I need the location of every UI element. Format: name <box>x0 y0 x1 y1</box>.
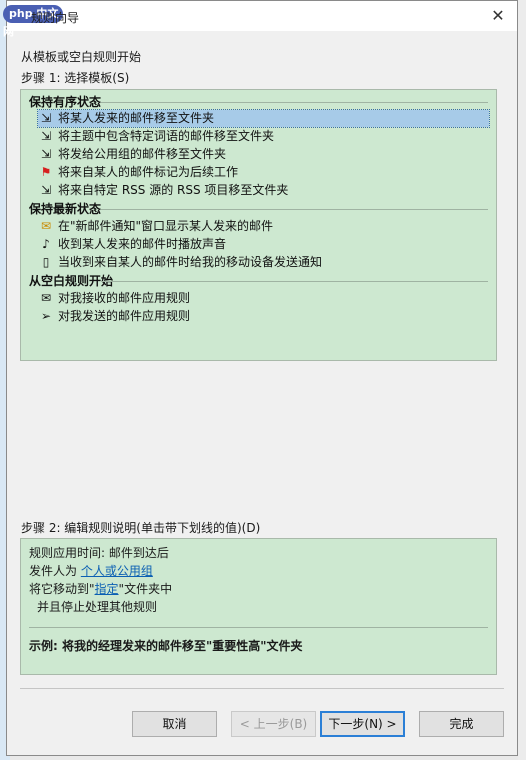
finish-button[interactable]: 完成 <box>419 711 504 737</box>
group-header-up-to-date: 保持最新状态 <box>29 202 102 216</box>
template-item[interactable]: ▯ 当收到来自某人的邮件时给我的移动设备发送通知 <box>38 254 489 271</box>
back-button[interactable]: < 上一步(B) <box>231 711 316 737</box>
rule-description-line: 将它移动到"指定"文件夹中 <box>29 580 172 597</box>
template-item[interactable]: ⇲ 将来自特定 RSS 源的 RSS 项目移至文件夹 <box>38 182 489 199</box>
group-divider <box>101 102 488 103</box>
next-button[interactable]: 下一步(N) > <box>320 711 405 737</box>
template-item[interactable]: ✉ 在"新邮件通知"窗口显示某人发来的邮件 <box>38 218 489 235</box>
specified-folder-link[interactable]: 指定 <box>95 582 119 596</box>
envelope-icon: ✉ <box>40 291 52 305</box>
close-button[interactable]: ✕ <box>483 1 513 31</box>
template-item[interactable]: ⇲ 将主题中包含特定词语的邮件移至文件夹 <box>38 128 489 145</box>
group-header-organized: 保持有序状态 <box>29 95 102 109</box>
template-item[interactable]: ♪ 收到某人发来的邮件时播放声音 <box>38 236 489 253</box>
red-flag-icon: ⚑ <box>40 165 52 179</box>
step1-label: 步骤 1: 选择模板(S) <box>21 71 130 85</box>
cancel-button[interactable]: 取消 <box>132 711 217 737</box>
rules-wizard-dialog: php 中文网 规则向导 ✕ 从模板或空白规则开始 步骤 1: 选择模板(S) … <box>3 0 518 756</box>
template-item[interactable]: ✉ 对我接收的邮件应用规则 <box>38 290 489 307</box>
group-divider <box>101 209 488 210</box>
intro-heading: 从模板或空白规则开始 <box>21 50 142 64</box>
rule-text: "文件夹中 <box>118 582 173 596</box>
rule-description-line: 发件人为 个人或公用组 <box>29 562 153 579</box>
group-divider <box>101 281 488 282</box>
rule-text: 将它移动到" <box>29 582 95 596</box>
template-listbox[interactable]: 保持有序状态 ⇲ 将某人发来的邮件移至文件夹 ⇲ 将主题中包含特定词语的邮件移至文件… <box>20 89 497 361</box>
rule-description-line: 规则应用时间: 邮件到达后 <box>29 546 169 560</box>
speaker-icon: ♪ <box>42 237 50 251</box>
step2-label: 步骤 2: 编辑规则说明(单击带下划线的值)(D) <box>21 521 261 535</box>
description-divider <box>29 627 488 628</box>
title-bar: php 中文网 规则向导 ✕ <box>3 1 517 38</box>
move-to-folder-icon: ⇲ <box>40 111 52 125</box>
rule-description-box: 规则应用时间: 邮件到达后 发件人为 个人或公用组 将它移动到"指定"文件夹中 … <box>20 538 497 675</box>
background-edge-right <box>518 0 526 760</box>
rule-text: 发件人为 <box>29 564 81 578</box>
send-icon: ➢ <box>40 309 52 323</box>
move-to-folder-icon: ⇲ <box>40 129 52 143</box>
template-item[interactable]: ⇲ 将发给公用组的邮件移至文件夹 <box>38 146 489 163</box>
template-item[interactable]: ⚑ 将来自某人的邮件标记为后续工作 <box>38 164 489 181</box>
mobile-device-icon: ▯ <box>42 255 50 269</box>
window-title: 规则向导 <box>31 11 80 25</box>
move-to-folder-icon: ⇲ <box>40 147 52 161</box>
template-item[interactable]: ⇲ 将某人发来的邮件移至文件夹 <box>37 109 490 128</box>
rule-example: 示例: 将我的经理发来的邮件移至"重要性高"文件夹 <box>29 639 303 653</box>
move-to-folder-icon: ⇲ <box>40 183 52 197</box>
people-or-group-link[interactable]: 个人或公用组 <box>81 564 153 578</box>
new-mail-alert-icon: ✉ <box>40 219 52 233</box>
close-icon: ✕ <box>491 6 505 25</box>
button-divider <box>20 688 504 689</box>
rule-description-line: 并且停止处理其他规则 <box>37 600 158 614</box>
template-item[interactable]: ➢ 对我发送的邮件应用规则 <box>38 308 489 325</box>
